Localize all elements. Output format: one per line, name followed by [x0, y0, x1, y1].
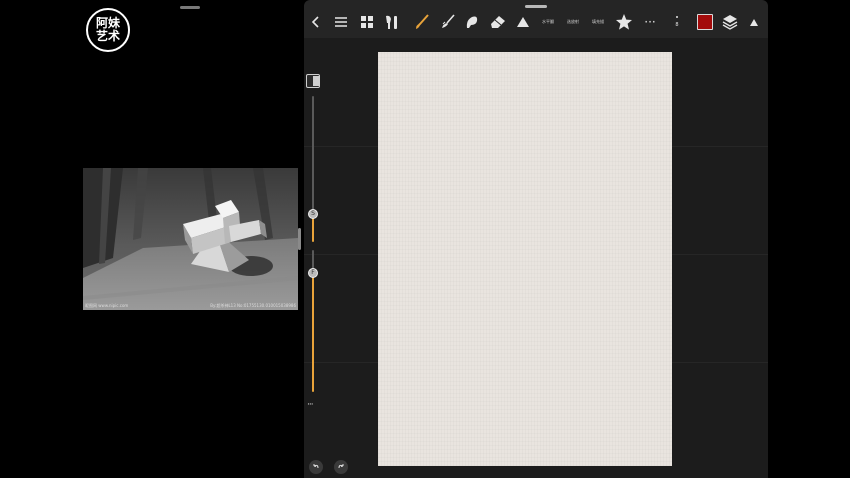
brand-logo: 阿妹 艺术: [86, 8, 130, 52]
opacity-slider-fill: [312, 272, 314, 392]
watermark-right: By:超杀神L13 No:01755130.010015038986: [210, 303, 296, 308]
chevron-left-icon[interactable]: [308, 8, 324, 36]
undo-icon: [313, 464, 319, 469]
logo-line-2: 艺术: [95, 29, 120, 43]
toolbar-text-1[interactable]: 水平翻: [538, 8, 558, 36]
opacity-slider-knob[interactable]: F: [308, 268, 318, 278]
paintbrush-icon[interactable]: [412, 8, 432, 36]
ellipsis-icon[interactable]: ···: [641, 8, 659, 36]
star-icon[interactable]: [613, 8, 635, 36]
drawing-canvas-paper[interactable]: [378, 52, 672, 466]
canvas-area[interactable]: [304, 38, 768, 478]
color-button[interactable]: [695, 8, 715, 36]
watermark-left: 昵图网 www.nipic.com: [85, 303, 129, 308]
brush-size-indicator: 8: [673, 8, 681, 36]
drawing-app: 水平翻 选放射 填充描 ··· 8 S F ···: [304, 0, 768, 478]
redo-icon: [338, 464, 344, 469]
triangle-icon[interactable]: [514, 8, 532, 36]
modify-button[interactable]: [306, 74, 320, 88]
reference-pane: 阿妹 艺术 昵图网 www.nipic.com By:超杀神L13 No:017…: [0, 0, 301, 478]
list-icon[interactable]: [332, 8, 350, 36]
grid-icon[interactable]: [358, 8, 376, 36]
split-view-divider[interactable]: [298, 228, 301, 250]
sidebar-more-icon[interactable]: ···: [307, 400, 314, 410]
caret-up-icon[interactable]: [746, 8, 762, 36]
top-toolbar: 水平翻 选放射 填充描 ··· 8: [304, 8, 768, 38]
current-color-swatch: [697, 14, 713, 30]
reference-photo[interactable]: 昵图网 www.nipic.com By:超杀神L13 No:01755130.…: [83, 168, 298, 310]
smudge-icon[interactable]: [438, 8, 458, 36]
toolbar-text-2[interactable]: 选放射: [563, 8, 583, 36]
still-life-plaster-shapes-image: [83, 168, 298, 310]
liquify-icon[interactable]: [462, 8, 482, 36]
eraser-icon[interactable]: [488, 8, 508, 36]
brush-stand-icon[interactable]: [382, 8, 402, 36]
brush-sidebar: S F ···: [304, 74, 323, 418]
size-slider-knob[interactable]: S: [308, 209, 318, 219]
toolbar-text-3[interactable]: 填充描: [588, 8, 608, 36]
layers-icon[interactable]: [720, 8, 740, 36]
undo-button[interactable]: [309, 460, 323, 474]
pane-drag-handle[interactable]: [180, 6, 200, 9]
redo-button[interactable]: [334, 460, 348, 474]
size-slider-track[interactable]: [312, 96, 314, 214]
brush-size-value: 8: [675, 22, 679, 28]
